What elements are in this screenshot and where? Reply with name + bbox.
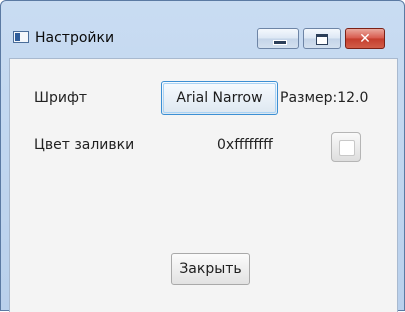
minimize-button[interactable] (257, 28, 299, 49)
font-size-label: Размер:12.0 (280, 90, 369, 106)
close-icon: ✕ (359, 30, 371, 47)
close-window-button[interactable]: ✕ (345, 28, 385, 49)
settings-panel: Шрифт Arial Narrow Размер:12.0 Цвет зали… (9, 58, 398, 312)
maximize-button[interactable] (303, 28, 341, 49)
window-title: Настройки (35, 30, 115, 46)
font-label: Шрифт (34, 90, 88, 106)
title-bar[interactable]: Настройки ✕ (1, 1, 404, 51)
maximize-icon (316, 34, 328, 45)
color-swatch (339, 140, 355, 156)
fill-color-label: Цвет заливки (34, 137, 135, 153)
fill-color-value: 0xffffffff (217, 137, 273, 153)
fill-color-picker[interactable] (331, 132, 361, 162)
app-window-icon (13, 31, 29, 43)
close-button[interactable]: Закрыть (171, 253, 250, 285)
settings-window: Настройки ✕ Шрифт Arial Narrow Размер:12… (0, 0, 405, 312)
font-select-button[interactable]: Arial Narrow (161, 81, 278, 115)
window-controls: ✕ (257, 28, 385, 49)
minimize-icon (273, 40, 287, 45)
